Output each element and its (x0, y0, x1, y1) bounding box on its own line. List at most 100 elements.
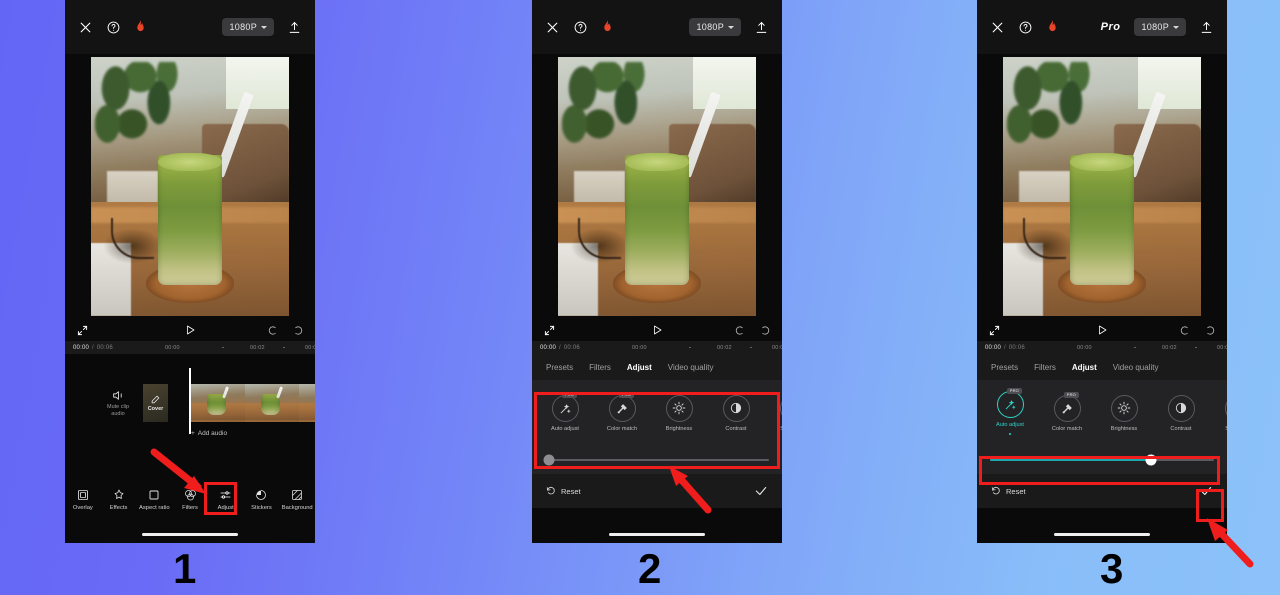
contrast-icon (722, 394, 750, 422)
help-icon[interactable] (1019, 21, 1032, 34)
export-icon[interactable] (1200, 21, 1213, 34)
aspect-ratio-icon (148, 489, 160, 501)
help-icon[interactable] (574, 21, 587, 34)
adjust-slider[interactable] (990, 454, 1214, 466)
export-icon[interactable] (755, 21, 768, 34)
add-audio-button[interactable]: + Add audio (191, 430, 227, 437)
tool-overlay[interactable]: Overlay (65, 489, 101, 511)
adjust-tool-label: Saturation (1225, 426, 1227, 432)
fullscreen-icon[interactable] (544, 325, 555, 336)
tool-filters[interactable]: Filters (172, 489, 208, 511)
play-icon[interactable] (184, 324, 196, 336)
color-match-icon: PRO (608, 391, 636, 422)
adjust-slider[interactable] (543, 454, 769, 466)
chevron-down-icon (1173, 25, 1179, 29)
adjust-tool-label: Saturation (780, 426, 782, 432)
adjust-brightness[interactable]: Brightness (1101, 394, 1147, 432)
reset-button[interactable]: Reset (546, 486, 581, 496)
mute-clip-audio-button[interactable]: Mute clip audio (107, 390, 129, 419)
adjust-tool-label: Brightness (1110, 425, 1138, 432)
video-clip-track[interactable] (191, 384, 315, 422)
effects-icon (113, 489, 125, 501)
tab-presets[interactable]: Presets (546, 363, 573, 372)
video-preview[interactable] (977, 54, 1227, 319)
selected-indicator-dot (1008, 432, 1012, 436)
adjust-color-match[interactable]: PRO Color match (1044, 391, 1090, 432)
redo-icon[interactable] (292, 325, 303, 336)
player-controls (977, 319, 1227, 341)
adjust-auto-adjust[interactable]: PRO Auto adjust (542, 391, 588, 432)
flame-icon[interactable] (135, 20, 146, 34)
fullscreen-icon[interactable] (77, 325, 88, 336)
resolution-chip[interactable]: 1080P (1134, 18, 1186, 36)
tab-filters[interactable]: Filters (1034, 363, 1056, 372)
brightness-icon (665, 394, 693, 422)
tool-label: Stickers (251, 505, 272, 511)
tool-label: Adjust (217, 505, 234, 511)
adjust-slider-row[interactable] (532, 446, 782, 474)
redo-icon[interactable] (759, 325, 770, 336)
tab-adjust[interactable]: Adjust (1072, 363, 1097, 372)
cover-button[interactable]: Cover (143, 384, 168, 422)
undo-icon[interactable] (268, 325, 279, 336)
resolution-chip[interactable]: 1080P (689, 18, 741, 36)
tool-stickers[interactable]: Stickers (244, 489, 280, 511)
adjust-tools-row[interactable]: PRO Auto adjust PRO Color match Brightne… (532, 380, 782, 446)
adjust-saturation[interactable]: Saturation (1215, 394, 1227, 432)
flame-icon[interactable] (602, 20, 613, 34)
adjust-contrast[interactable]: Contrast (1158, 394, 1204, 432)
tool-background[interactable]: Background (279, 489, 315, 511)
tab-video-quality[interactable]: Video quality (1113, 363, 1159, 372)
reset-button[interactable]: Reset (991, 486, 1026, 496)
tool-aspect-ratio[interactable]: Aspect ratio (136, 489, 172, 511)
tab-video-quality[interactable]: Video quality (668, 363, 714, 372)
slider-handle[interactable] (543, 454, 555, 466)
close-icon[interactable] (79, 21, 92, 34)
adjust-saturation[interactable]: Saturation (770, 394, 782, 432)
confirm-check-icon[interactable] (1199, 484, 1213, 498)
video-preview[interactable] (532, 54, 782, 319)
slider-handle[interactable] (1145, 454, 1157, 466)
redo-icon[interactable] (1204, 325, 1215, 336)
undo-icon[interactable] (1180, 325, 1191, 336)
fullscreen-icon[interactable] (989, 325, 1000, 336)
home-indicator (1054, 532, 1150, 536)
confirm-check-icon[interactable] (754, 484, 768, 498)
adjust-tools-row[interactable]: PRO Auto adjust PRO Color match Brightne… (977, 380, 1227, 446)
adjust-auto-adjust[interactable]: PRO Auto adjust (987, 387, 1033, 436)
time-ruler: 00:00 / 00:06 00:00 00:02 00:0 (977, 341, 1227, 354)
resolution-chip[interactable]: 1080P (222, 18, 274, 36)
ruler-mark: 00:02 (250, 344, 265, 351)
timeline[interactable]: Mute clip audio Cover + Add audio (65, 354, 315, 498)
reset-icon (991, 486, 1001, 496)
close-icon[interactable] (546, 21, 559, 34)
auto-adjust-icon: PRO (551, 391, 579, 422)
export-icon[interactable] (288, 21, 301, 34)
tool-label: Filters (182, 505, 198, 511)
pro-badge: PRO (562, 391, 577, 398)
player-controls (65, 319, 315, 341)
tool-label: Overlay (72, 505, 93, 511)
adjust-contrast[interactable]: Contrast (713, 394, 759, 432)
play-icon[interactable] (651, 324, 663, 336)
tool-adjust[interactable]: Adjust (208, 489, 244, 511)
close-icon[interactable] (991, 21, 1004, 34)
pro-badge: Pro (1100, 21, 1121, 33)
adjust-brightness[interactable]: Brightness (656, 394, 702, 432)
tab-filters[interactable]: Filters (589, 363, 611, 372)
undo-icon[interactable] (735, 325, 746, 336)
adjust-icon (219, 489, 232, 501)
tool-effects[interactable]: Effects (101, 489, 137, 511)
flame-icon[interactable] (1047, 20, 1058, 34)
tab-adjust[interactable]: Adjust (627, 363, 652, 372)
play-icon[interactable] (1096, 324, 1108, 336)
video-preview[interactable] (65, 54, 315, 319)
adjust-slider-row[interactable] (977, 446, 1227, 474)
current-time: 00:00 (73, 344, 90, 351)
adjust-color-match[interactable]: PRO Color match (599, 391, 645, 432)
pro-badge: PRO (1007, 387, 1022, 394)
help-icon[interactable] (107, 21, 120, 34)
tab-presets[interactable]: Presets (991, 363, 1018, 372)
step-number-1: 1 (173, 545, 197, 592)
home-indicator (609, 532, 705, 536)
